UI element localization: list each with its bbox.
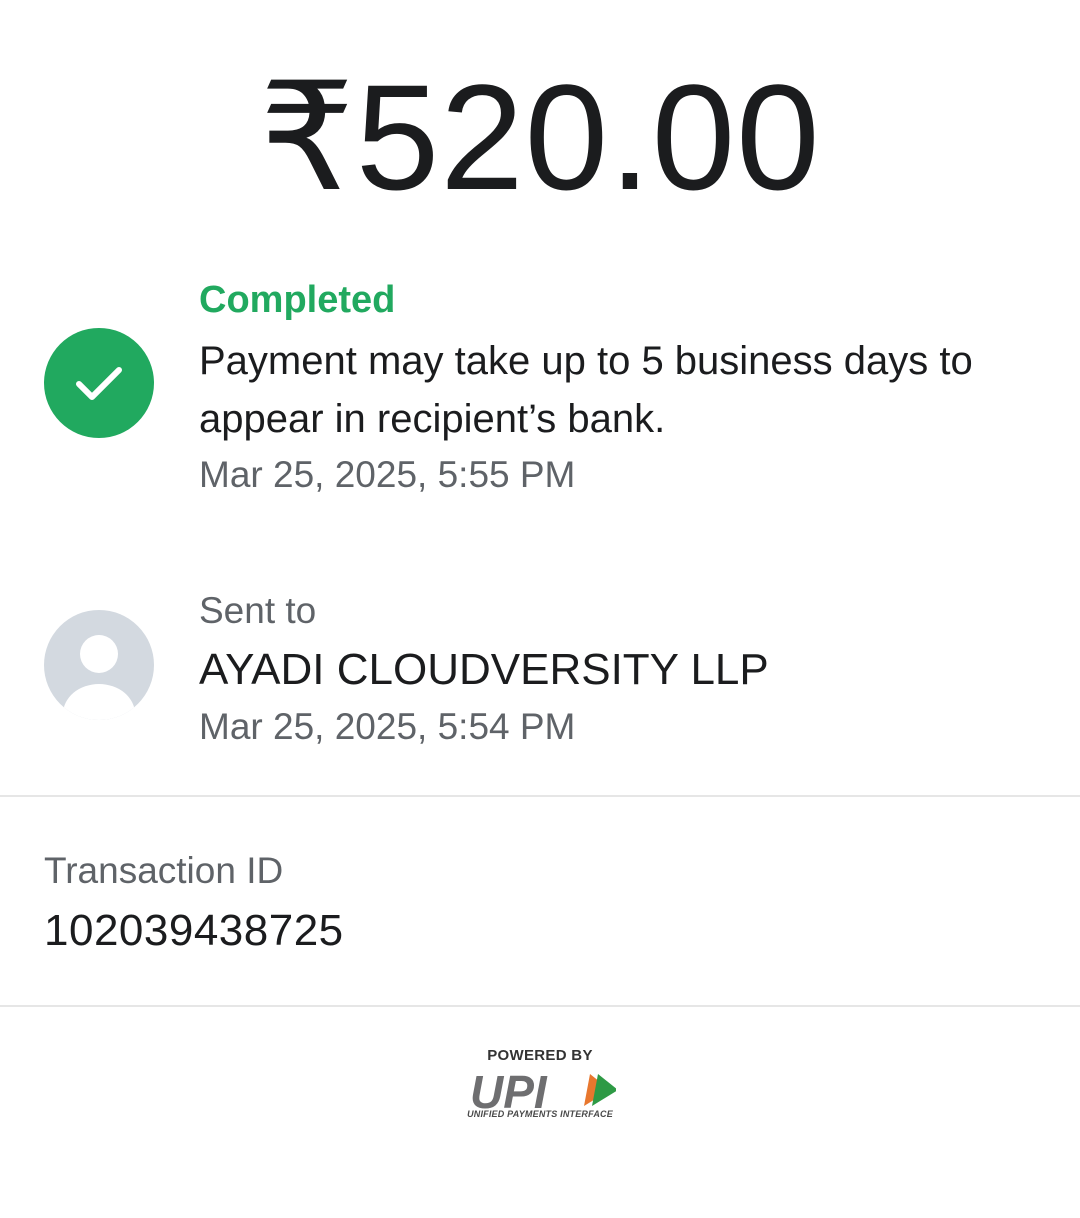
check-circle-icon [44,328,154,438]
person-avatar-icon [44,610,154,720]
status-label: Completed [199,279,396,321]
status-message: Payment may take up to 5 business days t… [199,339,973,441]
recipient-row[interactable]: Sent to AYADI CLOUDVERSITY LLP Mar 25, 2… [0,588,1080,758]
divider [0,795,1080,797]
divider [0,1005,1080,1007]
recipient-name: AYADI CLOUDVERSITY LLP [199,645,769,694]
status-text-block: Completed Payment may take up to 5 busin… [199,278,1039,500]
recipient-timestamp: Mar 25, 2025, 5:54 PM [199,706,576,747]
transaction-id-value[interactable]: 102039438725 [44,904,1044,958]
status-timestamp: Mar 25, 2025, 5:55 PM [199,454,576,495]
payment-status-row: Completed Payment may take up to 5 busin… [0,278,1080,498]
recipient-text-block: Sent to AYADI CLOUDVERSITY LLP Mar 25, 2… [199,588,1039,752]
payment-amount: ₹520.00 [259,53,821,221]
sent-to-label: Sent to [199,590,317,631]
transaction-id-section: Transaction ID 102039438725 [44,848,1044,958]
powered-by-label: POWERED BY [487,1047,593,1064]
transaction-id-label: Transaction ID [44,850,284,891]
upi-subtitle: UNIFIED PAYMENTS INTERFACE [467,1109,613,1119]
